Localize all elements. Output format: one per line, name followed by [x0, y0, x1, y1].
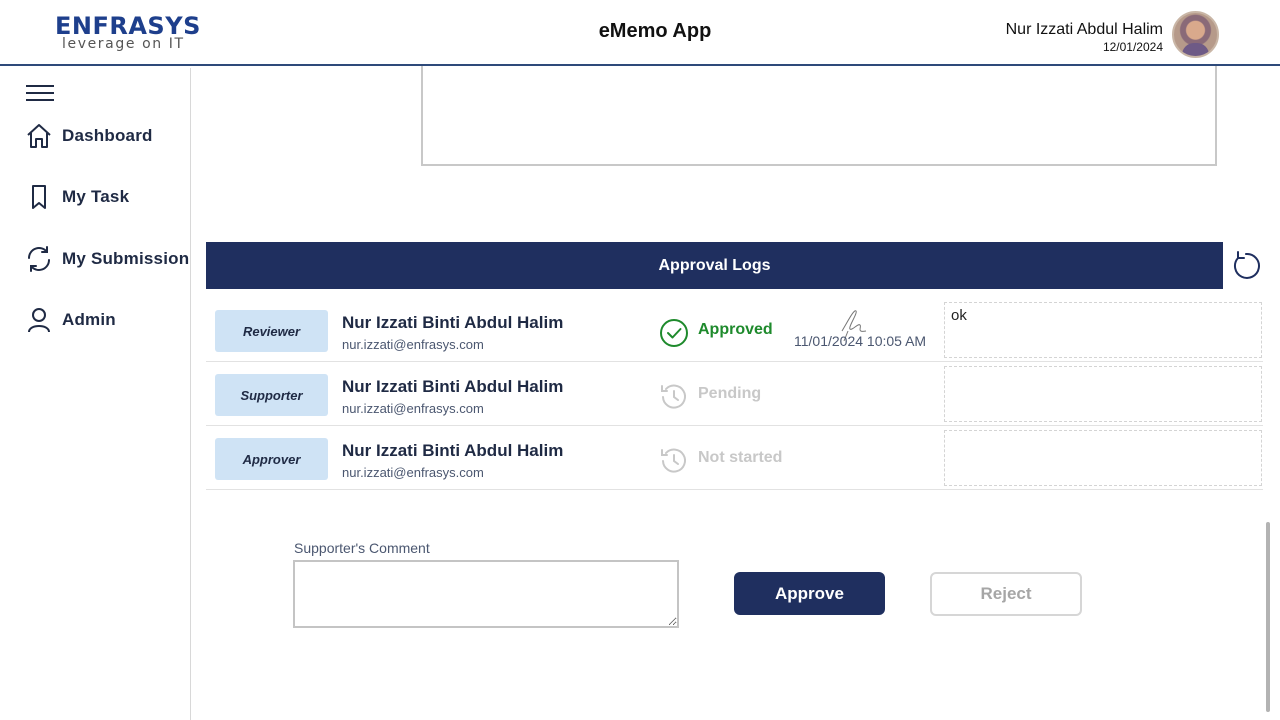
sidebar-item-label: Dashboard [62, 126, 153, 145]
comment-cell [944, 366, 1262, 422]
approval-logs-title: Approval Logs [658, 256, 771, 274]
current-date: 12/01/2024 [1102, 40, 1163, 54]
approve-button[interactable]: Approve [734, 572, 885, 615]
status-text: Pending [698, 385, 762, 402]
table-row: Approver Nur Izzati Binti Abdul Halim nu… [206, 426, 1263, 490]
approver-name: Nur Izzati Binti Abdul Halim [342, 377, 564, 396]
role-badge: Approver [215, 438, 328, 480]
table-row: Supporter Nur Izzati Binti Abdul Halim n… [206, 362, 1263, 426]
approver-email: nur.izzati@enfrasys.com [342, 401, 484, 416]
history-icon [659, 446, 689, 476]
sync-icon [24, 244, 54, 274]
sidebar-item-my-submission[interactable]: My Submission [24, 243, 189, 275]
approver-name: Nur Izzati Binti Abdul Halim [342, 441, 564, 460]
comment-cell [944, 430, 1262, 486]
sidebar-item-label: Admin [62, 310, 116, 329]
approver-name: Nur Izzati Binti Abdul Halim [342, 313, 564, 332]
role-badge: Reviewer [215, 310, 328, 352]
home-icon [24, 121, 54, 151]
hamburger-menu-icon[interactable] [26, 85, 54, 101]
sidebar-item-label: My Task [62, 187, 130, 206]
reject-button[interactable]: Reject [930, 572, 1082, 616]
comment-cell: ok [944, 302, 1262, 358]
app-header: ENFRASYS leverage on IT eMemo App Nur Iz… [0, 0, 1280, 66]
sidebar-item-label: My Submission [62, 249, 190, 268]
table-row: Reviewer Nur Izzati Binti Abdul Halim nu… [206, 298, 1263, 362]
sidebar-item-my-task[interactable]: My Task [24, 181, 129, 213]
status-text: Approved [698, 321, 773, 338]
ememo-app: ENFRASYS leverage on IT eMemo App Nur Iz… [0, 0, 1280, 720]
sidebar-item-dashboard[interactable]: Dashboard [24, 120, 153, 152]
history-icon [659, 382, 689, 412]
supporter-comment-input[interactable] [293, 560, 679, 628]
memo-content-box[interactable] [421, 66, 1217, 166]
bookmark-icon [24, 182, 54, 212]
action-timestamp: 11/01/2024 10:05 AM [794, 333, 927, 349]
approver-email: nur.izzati@enfrasys.com [342, 337, 484, 352]
approver-email: nur.izzati@enfrasys.com [342, 465, 484, 480]
user-icon [24, 305, 54, 335]
refresh-icon[interactable] [1229, 249, 1263, 283]
sidebar-item-admin[interactable]: Admin [24, 304, 116, 336]
avatar[interactable] [1172, 11, 1219, 58]
sidebar: Dashboard My Task My Submission Admin [0, 68, 191, 720]
role-badge: Supporter [215, 374, 328, 416]
check-circle-icon [659, 318, 689, 348]
status-text: Not started [698, 449, 783, 466]
vertical-scrollbar[interactable] [1266, 522, 1270, 712]
supporter-comment-label: Supporter's Comment [294, 540, 430, 556]
approval-logs-header: Approval Logs [206, 242, 1223, 289]
user-name: Nur Izzati Abdul Halim [1005, 21, 1163, 38]
